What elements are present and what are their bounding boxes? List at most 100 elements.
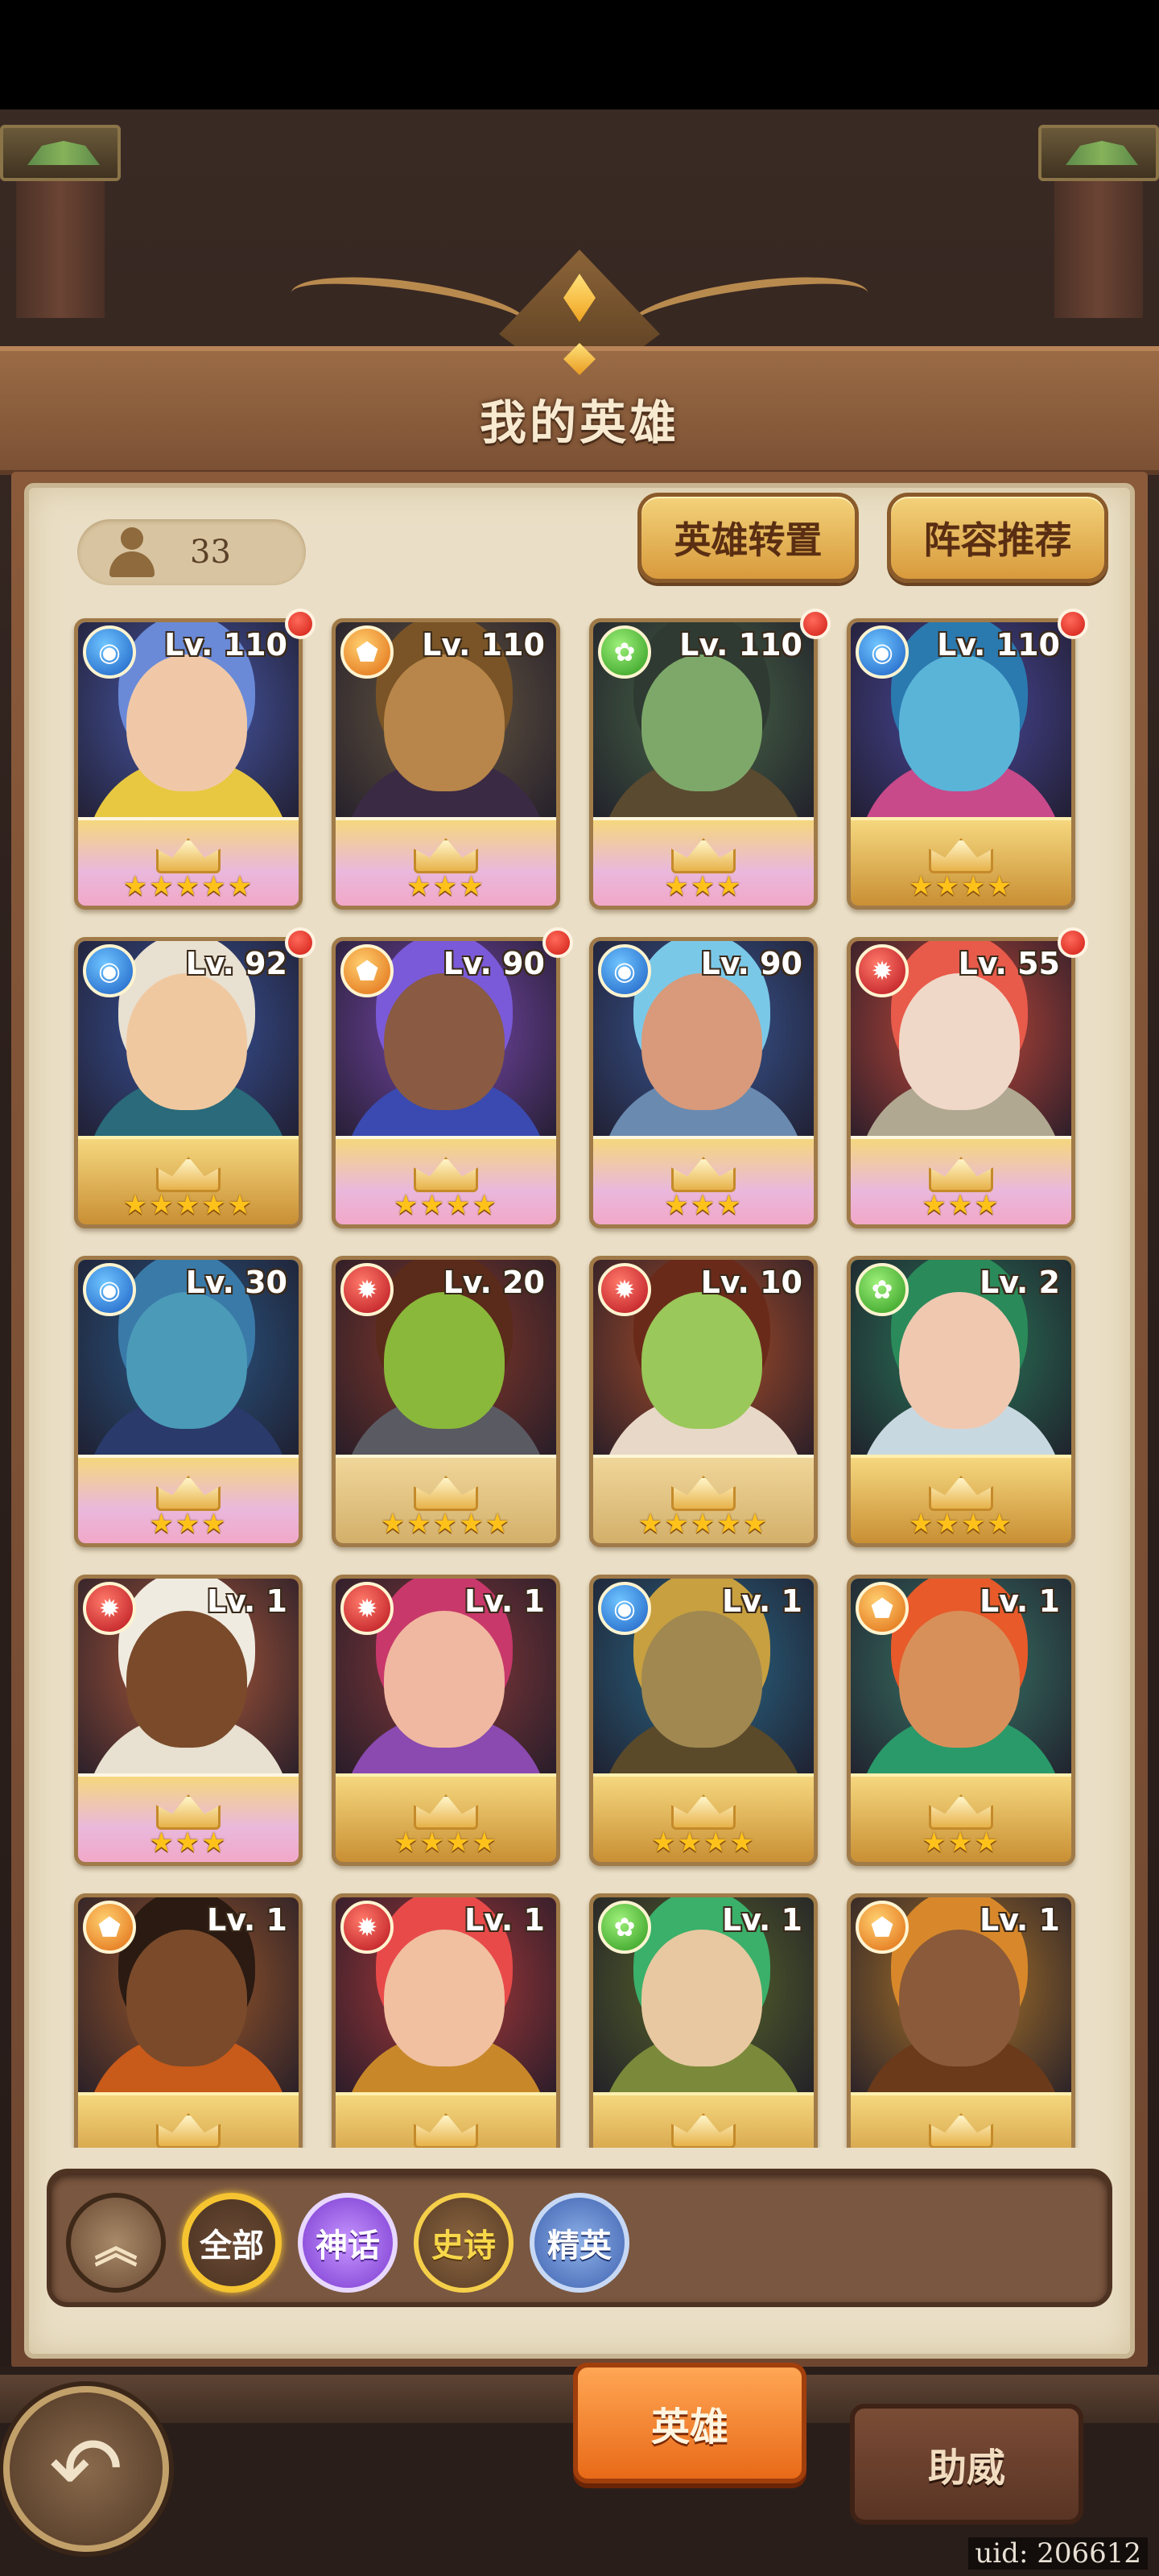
star-rating: ★★★★★ xyxy=(380,1508,512,1540)
hero-level: Lv. 1 xyxy=(722,1902,802,1938)
star-rating: ★★★★★ xyxy=(122,870,254,902)
hero-level: Lv. 10 xyxy=(700,1265,802,1300)
star-rating: ★★★★ xyxy=(651,1827,756,1859)
star-rating: ★★★ xyxy=(922,1189,1000,1221)
hero-card[interactable]: ★★★ Lv. 1 ⬟ xyxy=(847,1893,1075,2148)
hero-card[interactable]: ★★★ Lv. 1 ✿ xyxy=(589,1893,818,2148)
water-faction-icon: ◉ xyxy=(856,625,909,679)
hero-card[interactable]: ★★★★ Lv. 1 ✹ xyxy=(332,1575,560,1866)
star-rating: ★★★ xyxy=(851,2147,1071,2148)
hero-level: Lv. 110 xyxy=(937,627,1060,663)
fire-faction-icon: ✹ xyxy=(340,1901,394,1954)
hero-level: Lv. 110 xyxy=(164,627,287,663)
hero-count: 33 xyxy=(190,534,231,571)
hero-card[interactable]: ★★★★★ Lv. 110 ◉ xyxy=(74,618,303,910)
hero-count-badge: 33 xyxy=(77,519,306,585)
light-faction-icon: ⬟ xyxy=(856,1582,909,1635)
back-arrow-icon[interactable]: ↶ xyxy=(3,2386,169,2552)
star-rating: ★★★★★ xyxy=(637,1508,769,1540)
hero-card[interactable]: ★★★ Lv. 1 ✹ xyxy=(74,1575,303,1866)
hero-level: Lv. 2 xyxy=(980,1265,1060,1300)
person-icon xyxy=(108,527,156,577)
hero-card[interactable]: ★★★★★ Lv. 10 ✹ xyxy=(589,1256,818,1547)
fire-faction-icon: ✹ xyxy=(340,1263,394,1316)
star-rating: ★★★★ xyxy=(394,1827,498,1859)
hero-card[interactable]: ★★★ Lv. 1 ⬟ xyxy=(847,1575,1075,1866)
hero-card[interactable]: ★★★★ Lv. 1 ◉ xyxy=(589,1575,818,1866)
filter-all-button[interactable]: 全部 xyxy=(182,2193,282,2293)
hero-card[interactable]: ★★★★★ Lv. 92 ◉ xyxy=(74,937,303,1228)
star-rating: ★★★ xyxy=(664,1189,743,1221)
rarity-filter-bar: ︽ 全部 神话 史诗 精英 xyxy=(47,2169,1112,2307)
notification-dot xyxy=(285,927,316,958)
water-faction-icon: ◉ xyxy=(83,1263,136,1316)
hero-card[interactable]: ★★★ Lv. 1 ⬟ xyxy=(74,1893,303,2148)
fire-faction-icon: ✹ xyxy=(598,1263,651,1316)
tab-heroes[interactable]: 英雄 xyxy=(573,2363,806,2483)
fire-faction-icon: ✹ xyxy=(856,944,909,997)
hero-level: Lv. 1 xyxy=(464,1583,545,1619)
nature-faction-icon: ✿ xyxy=(598,1901,651,1954)
hero-card[interactable]: ★★★★ Lv. 110 ◉ xyxy=(847,618,1075,910)
hero-grid[interactable]: ★★★★★ Lv. 110 ◉ ★★★ Lv. 110 ⬟ ★★★ Lv. 110 ✿ ★★★★ L… xyxy=(48,602,1143,2148)
hero-card[interactable]: ★★★ Lv. 1 ✹ xyxy=(332,1893,560,2148)
hero-level: Lv. 90 xyxy=(700,946,802,981)
nature-faction-icon: ✿ xyxy=(856,1263,909,1316)
hero-card[interactable]: ★★★ Lv. 90 ◉ xyxy=(589,937,818,1228)
hero-level: Lv. 1 xyxy=(207,1902,287,1938)
pillar-ornament-right xyxy=(1038,125,1159,318)
title-banner: 我的英雄 xyxy=(0,343,1159,475)
star-rating: ★★★ xyxy=(664,870,743,902)
notification-dot xyxy=(1058,927,1088,958)
filter-mythic-button[interactable]: 神话 xyxy=(298,2193,398,2293)
water-faction-icon: ◉ xyxy=(83,625,136,679)
double-chevron-up-icon[interactable]: ︽ xyxy=(66,2193,166,2293)
hero-level: Lv. 90 xyxy=(443,946,545,981)
star-rating: ★★★ xyxy=(406,870,485,902)
hero-card[interactable]: ★★★ Lv. 30 ◉ xyxy=(74,1256,303,1547)
star-rating: ★★★ xyxy=(149,1508,228,1540)
star-rating: ★★★ xyxy=(149,1827,228,1859)
hero-card[interactable]: ★★★ Lv. 110 ✿ xyxy=(589,618,818,910)
star-rating: ★★★ xyxy=(593,2147,814,2148)
hero-level: Lv. 1 xyxy=(980,1583,1060,1619)
hero-transfer-button[interactable]: 英雄转置 xyxy=(637,493,859,583)
notification-dot xyxy=(285,609,316,639)
star-rating: ★★★★ xyxy=(394,1189,498,1221)
filter-epic-button[interactable]: 史诗 xyxy=(414,2193,514,2293)
tab-support[interactable]: 助威 xyxy=(850,2404,1083,2524)
star-rating: ★★★ xyxy=(922,1827,1000,1859)
hero-card[interactable]: ★★★ Lv. 110 ⬟ xyxy=(332,618,560,910)
water-faction-icon: ◉ xyxy=(598,944,651,997)
star-rating: ★★★★★ xyxy=(122,1189,254,1221)
hero-card[interactable]: ★★★★ Lv. 90 ⬟ xyxy=(332,937,560,1228)
hero-level: Lv. 110 xyxy=(422,627,545,663)
page-title: 我的英雄 xyxy=(479,395,679,450)
light-faction-icon: ⬟ xyxy=(83,1901,136,1954)
filter-elite-button[interactable]: 精英 xyxy=(530,2193,629,2293)
star-rating: ★★★★ xyxy=(909,1508,1013,1540)
hero-level: Lv. 1 xyxy=(464,1902,545,1938)
star-rating: ★★★★ xyxy=(909,870,1013,902)
star-rating: ★★★ xyxy=(336,2147,556,2148)
notification-dot xyxy=(1058,609,1088,639)
lineup-recommend-button[interactable]: 阵容推荐 xyxy=(887,493,1108,583)
hero-level: Lv. 1 xyxy=(207,1583,287,1619)
hero-card[interactable]: ★★★★ Lv. 2 ✿ xyxy=(847,1256,1075,1547)
nature-faction-icon: ✿ xyxy=(598,625,651,679)
notification-dot xyxy=(800,609,831,639)
light-faction-icon: ⬟ xyxy=(340,944,394,997)
status-bar xyxy=(0,0,1159,109)
fire-faction-icon: ✹ xyxy=(83,1582,136,1635)
hero-level: Lv. 1 xyxy=(980,1902,1060,1938)
notification-dot xyxy=(542,927,573,958)
hero-level: Lv. 55 xyxy=(958,946,1060,981)
diamond-icon xyxy=(563,343,596,375)
hero-level: Lv. 30 xyxy=(185,1265,287,1300)
hero-level: Lv. 20 xyxy=(443,1265,545,1300)
hero-level: Lv. 110 xyxy=(679,627,802,663)
hero-card[interactable]: ★★★★★ Lv. 20 ✹ xyxy=(332,1256,560,1547)
star-rating: ★★★ xyxy=(78,2147,299,2148)
hero-card[interactable]: ★★★ Lv. 55 ✹ xyxy=(847,937,1075,1228)
light-faction-icon: ⬟ xyxy=(340,625,394,679)
